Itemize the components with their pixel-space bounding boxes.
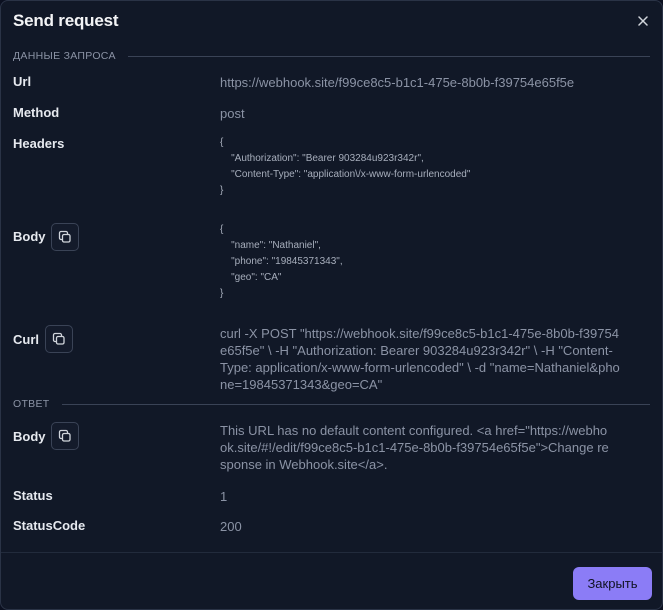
copy-response-body-button[interactable] <box>51 422 79 450</box>
copy-request-body-button[interactable] <box>51 223 79 251</box>
headers-label: Headers <box>13 136 65 151</box>
url-value: https://webhook.site/f99ce8c5-b1c1-475e-… <box>220 75 575 90</box>
section-divider <box>61 403 650 405</box>
request-section-title: ДАННЫЕ ЗАПРОСА <box>13 50 116 62</box>
curl-label: Curl <box>13 332 39 347</box>
response-body-value: This URL has no default content configur… <box>220 423 609 472</box>
copy-icon <box>52 332 65 345</box>
response-section-header: ОТВЕТ <box>13 397 650 411</box>
copy-icon <box>58 429 71 442</box>
request-body-value: { "name": "Nathaniel", "phone": "1984537… <box>220 224 343 299</box>
url-label: Url <box>13 74 32 89</box>
request-body-label: Body <box>13 229 46 244</box>
curl-value: curl -X POST "https://webhook.site/f99ce… <box>220 326 620 392</box>
response-body-label: Body <box>13 429 46 444</box>
dialog-title: Send request <box>13 11 119 30</box>
status-value: 1 <box>220 489 228 504</box>
close-icon[interactable] <box>634 12 652 30</box>
response-section-title: ОТВЕТ <box>13 398 50 410</box>
status-code-value: 200 <box>220 519 242 534</box>
send-request-dialog: Send request ДАННЫЕ ЗАПРОСА Url https://… <box>0 0 663 610</box>
method-value: post <box>220 106 245 121</box>
section-divider <box>127 55 650 57</box>
request-section-header: ДАННЫЕ ЗАПРОСА <box>13 49 650 63</box>
status-label: Status <box>13 488 53 503</box>
copy-icon <box>58 230 71 243</box>
close-button[interactable]: Закрыть <box>573 567 652 600</box>
headers-value: { "Authorization": "Bearer 903284u923r34… <box>220 137 471 196</box>
status-code-label: StatusCode <box>13 518 86 533</box>
footer-divider <box>1 552 662 553</box>
method-label: Method <box>13 105 60 120</box>
copy-curl-button[interactable] <box>45 325 73 353</box>
